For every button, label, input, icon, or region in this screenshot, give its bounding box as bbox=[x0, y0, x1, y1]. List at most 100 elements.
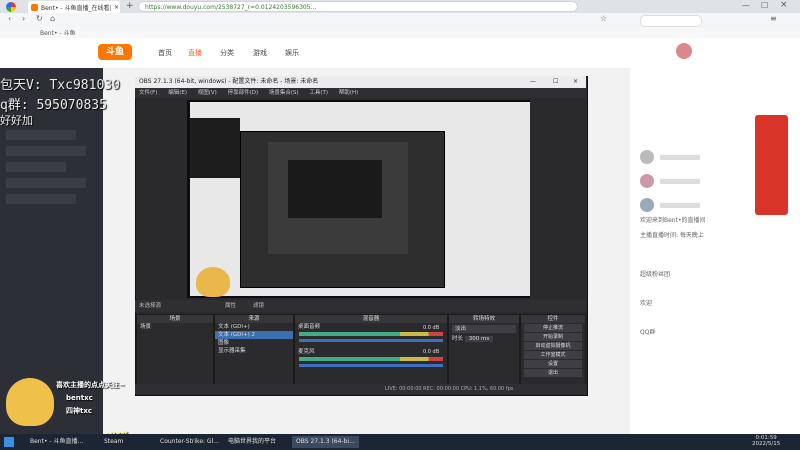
forward-icon[interactable]: › bbox=[22, 14, 25, 23]
alert-name: bentxc bbox=[66, 394, 93, 402]
mixer-db-value: 0.0 dB bbox=[423, 349, 440, 355]
preview-overlay-block bbox=[190, 118, 240, 178]
refresh-icon[interactable]: ↻ bbox=[36, 14, 43, 23]
douyu-favicon-icon bbox=[31, 3, 38, 11]
taskbar-item-app[interactable]: 电脑世界我的平台 bbox=[228, 436, 276, 448]
obs-menu-tools[interactable]: 工具(T) bbox=[309, 90, 328, 96]
follow-alert-text: 喜欢主播的点点关注~ bbox=[56, 381, 125, 389]
obs-menu-scene-collection[interactable]: 场景集合(S) bbox=[269, 90, 299, 96]
obs-title: OBS 27.1.3 (64-bit, windows) - 配置文件: 未命名… bbox=[139, 78, 319, 85]
chat-line: 超级粉丝团 bbox=[640, 271, 671, 278]
mixer-db-value: 0.0 dB bbox=[423, 325, 440, 331]
settings-button[interactable]: 设置 bbox=[524, 360, 582, 368]
scene-item[interactable]: 场景 bbox=[137, 323, 213, 331]
duck-mascot-image bbox=[6, 378, 54, 426]
minimize-button[interactable]: — bbox=[742, 1, 750, 10]
transition-select[interactable]: 淡出 bbox=[452, 325, 516, 333]
volume-slider[interactable] bbox=[299, 364, 443, 367]
stop-streaming-button[interactable]: 停止推流 bbox=[524, 324, 582, 332]
virtual-camera-button[interactable]: 启动虚拟摄像机 bbox=[524, 342, 582, 350]
browser-search-input[interactable] bbox=[640, 15, 702, 27]
start-recording-button[interactable]: 开始录制 bbox=[524, 333, 582, 341]
obs-menu-docks[interactable]: 停靠部件(D) bbox=[228, 90, 259, 96]
alert-name: 四神txc bbox=[66, 407, 93, 415]
url-bar[interactable]: https://www.douyu.com/2538727_r=0.012420… bbox=[138, 1, 578, 12]
controls-dock: 控件 停止推流 开始录制 启动虚拟摄像机 工作室模式 设置 退出 bbox=[520, 314, 586, 386]
taskbar-clock: 0:01:59 2022/5/15 bbox=[752, 435, 780, 447]
tab-title: Bent• - 斗鱼直播_在线看直播 bbox=[41, 4, 111, 12]
sources-dock: 来源 文本 (GDI+) 文本 (GDI+) 2 图像 显示器采集 bbox=[214, 314, 294, 386]
maximize-button[interactable]: ☐ bbox=[761, 1, 768, 10]
douyu-logo[interactable]: 斗鱼 bbox=[98, 44, 132, 60]
star-icon[interactable]: ☆ bbox=[600, 14, 607, 23]
scenes-dock: 场景 场景 bbox=[136, 314, 214, 386]
duration-input[interactable]: 300 ms bbox=[464, 336, 494, 342]
volume-slider[interactable] bbox=[299, 339, 443, 342]
preview-nested-preview bbox=[288, 160, 382, 218]
rank-list bbox=[640, 150, 750, 212]
obs-source-toolbar: 未选择源 属性 滤镜 bbox=[135, 300, 586, 312]
properties-button[interactable]: 属性 bbox=[225, 300, 236, 312]
obs-statusbar: LIVE: 00:00:00 REC: 00:00:00 CPU: 1.1%, … bbox=[135, 384, 586, 394]
obs-menu-edit[interactable]: 编辑(E) bbox=[168, 90, 187, 96]
nav-entertainment[interactable]: 娱乐 bbox=[285, 48, 299, 58]
source-item[interactable]: 文本 (GDI+) bbox=[215, 323, 293, 331]
exit-button[interactable]: 退出 bbox=[524, 369, 582, 377]
taskbar-item-browser[interactable]: Bent• - 斗鱼直播... bbox=[30, 436, 83, 448]
windows-start-icon[interactable] bbox=[4, 437, 14, 447]
source-item[interactable]: 图像 bbox=[215, 339, 293, 347]
studio-mode-button[interactable]: 工作室模式 bbox=[524, 351, 582, 359]
volume-meter bbox=[299, 332, 443, 336]
scenes-dock-title: 场景 bbox=[137, 315, 213, 323]
obs-titlebar: OBS 27.1.3 (64-bit, windows) - 配置文件: 未命名… bbox=[135, 76, 586, 88]
browser-tab[interactable]: Bent• - 斗鱼直播_在线看直播 × bbox=[28, 1, 120, 13]
chat-line: 主播直播时间: 每天晚上 bbox=[640, 232, 704, 239]
sources-dock-title: 来源 bbox=[215, 315, 293, 323]
home-icon[interactable]: ⌂ bbox=[50, 14, 55, 23]
clock-date: 2022/5/15 bbox=[752, 441, 781, 447]
no-source-selected-label: 未选择源 bbox=[139, 303, 162, 309]
menu-icon[interactable]: ≡ bbox=[770, 14, 777, 23]
obs-menu-file[interactable]: 文件(F) bbox=[139, 90, 157, 96]
close-window-button[interactable]: × bbox=[780, 0, 788, 10]
gift-banner[interactable] bbox=[755, 115, 788, 215]
obs-menubar: 文件(F) 编辑(E) 视图(V) 停靠部件(D) 场景集合(S) 工具(T) … bbox=[135, 88, 586, 98]
taskbar-item-steam[interactable]: Steam bbox=[104, 436, 123, 448]
controls-dock-title: 控件 bbox=[521, 315, 585, 323]
close-tab-icon[interactable]: × bbox=[114, 4, 119, 11]
obs-menu-help[interactable]: 帮助(H) bbox=[339, 90, 358, 96]
chat-line: 欢迎来到Bent•的直播间 bbox=[640, 217, 706, 224]
obs-maximize-button[interactable]: ☐ bbox=[553, 76, 558, 88]
source-item[interactable]: 显示器采集 bbox=[215, 347, 293, 355]
overlay-extra-text: 好好加 bbox=[0, 114, 33, 127]
new-tab-button[interactable]: + bbox=[126, 1, 134, 11]
taskbar-item-csgo[interactable]: Counter-Strike: Gl... bbox=[160, 436, 219, 448]
transitions-dock-title: 转场特效 bbox=[449, 315, 519, 323]
volume-meter bbox=[299, 357, 443, 361]
transitions-dock: 转场特效 淡出 时长 300 ms bbox=[448, 314, 520, 386]
obs-close-button[interactable]: × bbox=[573, 76, 578, 88]
user-avatar[interactable] bbox=[676, 43, 692, 59]
duck-avatar-image bbox=[196, 267, 230, 297]
nav-games[interactable]: 游戏 bbox=[253, 48, 267, 58]
chat-line: QQ群 bbox=[640, 329, 656, 336]
duration-label: 时长 bbox=[452, 336, 464, 342]
overlay-qq-text: q群: 595070835 bbox=[0, 98, 107, 113]
back-icon[interactable]: ‹ bbox=[8, 14, 11, 23]
browser-logo-icon[interactable] bbox=[6, 2, 16, 12]
filters-button[interactable]: 滤镜 bbox=[253, 300, 264, 312]
obs-stats: LIVE: 00:00:00 REC: 00:00:00 CPU: 1.1%, … bbox=[385, 386, 514, 392]
chat-messages: 欢迎来到Bent•的直播间 主播直播时间: 每天晚上 超级粉丝团 欢迎 QQ群 bbox=[640, 215, 755, 336]
obs-menu-view[interactable]: 视图(V) bbox=[198, 90, 217, 96]
nav-live[interactable]: 直播 bbox=[188, 48, 202, 58]
nav-home[interactable]: 首页 bbox=[158, 48, 172, 58]
overlay-wechat-text: 包天V: Txc981030 bbox=[0, 78, 120, 93]
nav-category[interactable]: 分类 bbox=[220, 48, 234, 58]
taskbar-item-obs[interactable]: OBS 27.1.3 (64-bi... bbox=[292, 436, 359, 448]
bookmark-item[interactable]: Bent• - 斗鱼 bbox=[40, 28, 75, 37]
obs-minimize-button[interactable]: — bbox=[530, 76, 536, 88]
chat-line: 欢迎 bbox=[640, 300, 653, 307]
mixer-dock: 混音器 桌面音频 麦克风 0.0 dB 0.0 dB bbox=[294, 314, 448, 386]
mixer-dock-title: 混音器 bbox=[295, 315, 447, 323]
source-item-selected[interactable]: 文本 (GDI+) 2 bbox=[215, 331, 293, 339]
